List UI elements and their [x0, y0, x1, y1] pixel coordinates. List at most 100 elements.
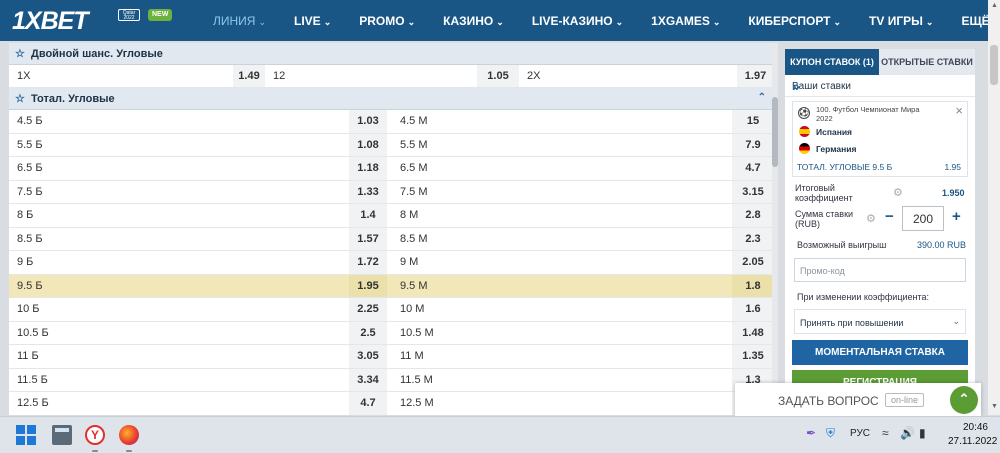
odd-value[interactable]: 2.8 [732, 204, 774, 227]
menu-item-casino[interactable]: КАЗИНО ⌄ [443, 14, 504, 28]
odd-value[interactable]: 1.48 [732, 321, 774, 344]
bet-label[interactable]: 11 М [392, 345, 732, 368]
bet-label[interactable]: 7.5 М [392, 181, 732, 204]
close-icon[interactable]: × [955, 103, 963, 118]
menu-item-live-casino[interactable]: LIVE-КАЗИНО ⌄ [532, 14, 623, 28]
bet-label[interactable]: 11.5 Б [9, 369, 349, 392]
bet-label[interactable]: 8.5 М [392, 228, 732, 251]
system-clock[interactable]: 20:46 27.11.2022 [948, 421, 997, 449]
language-indicator[interactable]: РУС [850, 428, 870, 439]
odd-value[interactable]: 1.49 [233, 65, 265, 87]
bet-label[interactable]: 5.5 Б [9, 134, 349, 157]
odd-value[interactable]: 1.35 [732, 345, 774, 368]
odd-value[interactable]: 2.05 [732, 251, 774, 274]
odd-value[interactable]: 4.7 [349, 392, 387, 415]
bet-label[interactable]: 8.5 Б [9, 228, 349, 251]
tab-open-bets[interactable]: ОТКРЫТЫЕ СТАВКИ [879, 49, 975, 75]
menu-item-promo[interactable]: PROMO ⌄ [359, 14, 415, 28]
odd-value[interactable]: 15 [732, 110, 774, 133]
odd-value[interactable]: 2.5 [349, 321, 387, 344]
bet-label[interactable]: 9.5 Б [9, 275, 349, 298]
pen-icon[interactable]: ✒ [806, 426, 816, 440]
market-header-total-corners[interactable]: ☆ Тотал. Угловые ⌃ [9, 88, 774, 110]
odd-value[interactable]: 1.6 [732, 298, 774, 321]
odd-value[interactable]: 1.4 [349, 204, 387, 227]
odd-value[interactable]: 4.7 [732, 157, 774, 180]
bet-label[interactable]: 7.5 Б [9, 181, 349, 204]
scroll-down-icon[interactable]: ▼ [991, 403, 998, 410]
bet-label[interactable]: 5.5 М [392, 134, 732, 157]
bet-label[interactable]: 10 М [392, 298, 732, 321]
bet-label[interactable]: 11.5 М [392, 369, 732, 392]
menu-item-tv-games[interactable]: TV ИГРЫ ⌄ [869, 14, 933, 28]
battery-icon[interactable]: ▮ [919, 426, 926, 440]
odd-value[interactable]: 1.97 [737, 65, 774, 87]
menu-item-live[interactable]: LIVE ⌄ [294, 14, 331, 28]
odd-value[interactable]: 1.57 [349, 227, 387, 250]
bet-label[interactable]: 10.5 М [392, 322, 732, 345]
scroll-up-icon[interactable]: ▲ [991, 2, 998, 9]
menu-item-esports[interactable]: КИБЕРСПОРТ ⌄ [748, 14, 841, 28]
firefox-icon[interactable] [119, 425, 139, 445]
bet-label[interactable]: 2X [519, 65, 737, 87]
odd-value[interactable]: 2.25 [349, 298, 387, 321]
bet-label[interactable]: 9 М [392, 251, 732, 274]
volume-icon[interactable]: 🔊 [900, 426, 915, 440]
double-chevron-right-icon[interactable]: » [792, 78, 967, 94]
gear-icon[interactable]: ⚙ [893, 186, 903, 199]
stake-input[interactable]: 200 [902, 206, 944, 231]
bet-label[interactable]: 10.5 Б [9, 322, 349, 345]
odd-value[interactable]: 2.3 [732, 227, 774, 250]
shield-icon[interactable]: ⛨ [826, 426, 835, 441]
scroll-thumb[interactable] [990, 45, 998, 85]
odd-value[interactable]: 1.33 [349, 180, 387, 203]
panel-scrollbar[interactable] [772, 43, 778, 415]
menu-item-line[interactable]: ЛИНИЯ ⌄ [213, 14, 266, 28]
bet-label[interactable]: 8 Б [9, 204, 349, 227]
bet-label[interactable]: 4.5 М [392, 110, 732, 133]
odd-value[interactable]: 3.34 [349, 368, 387, 391]
wifi-icon[interactable]: ≈ [882, 426, 889, 440]
plus-button[interactable]: + [952, 208, 961, 225]
gear-icon[interactable]: ⚙ [866, 212, 876, 225]
star-icon[interactable]: ☆ [15, 47, 25, 60]
bet-label[interactable]: 11 Б [9, 345, 349, 368]
windows-start-icon[interactable] [16, 425, 36, 445]
odd-value[interactable]: 1.8 [732, 274, 774, 297]
page-scrollbar[interactable]: ▲ ▼ [988, 0, 1000, 415]
bet-label[interactable]: 12 [265, 65, 477, 87]
chevrons-up-icon[interactable]: ⌃ [950, 386, 978, 414]
bet-label[interactable]: 9.5 М [392, 275, 732, 298]
odd-value[interactable]: 1.03 [349, 110, 387, 133]
calculator-icon[interactable] [52, 425, 72, 445]
brand-logo[interactable]: 1XBET [12, 7, 89, 35]
bet-label[interactable]: 9 Б [9, 251, 349, 274]
bet-label[interactable]: 1X [9, 65, 233, 87]
odd-value[interactable]: 3.15 [732, 180, 774, 203]
minus-button[interactable]: − [885, 208, 894, 225]
chevron-up-icon[interactable]: ⌃ [758, 92, 766, 103]
bet-label[interactable]: 4.5 Б [9, 110, 349, 133]
odd-value[interactable]: 1.05 [477, 65, 519, 87]
bet-label[interactable]: 10 Б [9, 298, 349, 321]
odd-value[interactable]: 7.9 [732, 133, 774, 156]
tab-coupon[interactable]: КУПОН СТАВОК (1) [785, 49, 879, 75]
yandex-browser-icon[interactable]: Y [85, 425, 105, 445]
bet-label[interactable]: 12.5 М [392, 392, 732, 415]
scroll-thumb[interactable] [772, 97, 778, 167]
ask-question-widget[interactable]: ЗАДАТЬ ВОПРОС on-line ⌃ [735, 383, 981, 417]
odds-change-select[interactable]: Принять при повышении ⌄ [794, 309, 966, 334]
menu-item-1xgames[interactable]: 1XGAMES ⌄ [651, 14, 720, 28]
market-header-double-chance[interactable]: ☆ Двойной шанс. Угловые [9, 43, 774, 65]
promo-code-input[interactable]: Промо-код [794, 258, 966, 282]
bet-label[interactable]: 8 М [392, 204, 732, 227]
odd-value[interactable]: 1.18 [349, 157, 387, 180]
bet-label[interactable]: 6.5 Б [9, 157, 349, 180]
odd-value[interactable]: 1.08 [349, 133, 387, 156]
bet-label[interactable]: 6.5 М [392, 157, 732, 180]
odd-value[interactable]: 3.05 [349, 345, 387, 368]
star-icon[interactable]: ☆ [15, 92, 25, 105]
instant-bet-button[interactable]: МОМЕНТАЛЬНАЯ СТАВКА [792, 340, 968, 365]
odd-value[interactable]: 1.95 [349, 274, 387, 297]
odd-value[interactable]: 1.72 [349, 251, 387, 274]
